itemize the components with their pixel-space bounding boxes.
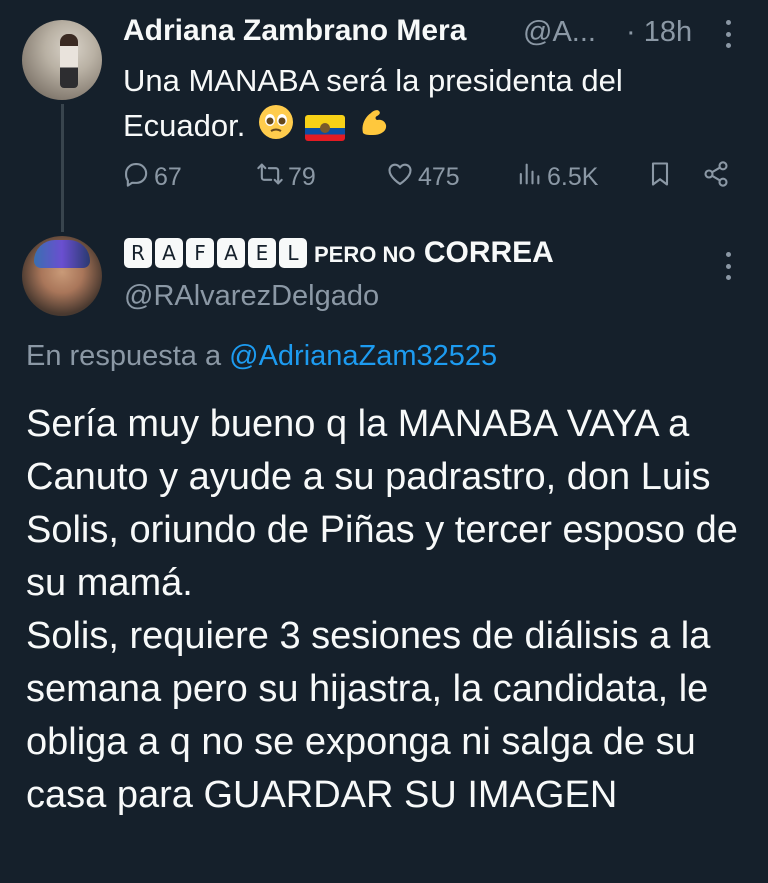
reply-count: 67 bbox=[154, 163, 182, 191]
replying-to-mention[interactable]: @AdrianaZam32525 bbox=[229, 340, 497, 372]
name-rest: PERO NO CORREA bbox=[314, 236, 554, 270]
name-rest-small: PERO NO bbox=[314, 242, 416, 267]
parent-handle[interactable]: @A... bbox=[523, 16, 596, 49]
name-rest-large: CORREA bbox=[423, 236, 554, 269]
views-count: 6.5K bbox=[547, 163, 599, 191]
ecuador-flag-icon bbox=[304, 114, 345, 141]
thread-connector-line bbox=[61, 104, 64, 232]
name-letter: E bbox=[248, 238, 276, 268]
name-letter: R bbox=[124, 238, 152, 268]
heart-icon bbox=[386, 160, 414, 195]
reply-more-icon[interactable] bbox=[718, 252, 738, 280]
flexed-biceps-icon bbox=[357, 105, 391, 151]
views-button[interactable]: 6.5K bbox=[515, 160, 598, 195]
views-icon bbox=[515, 160, 543, 195]
replying-to: En respuesta a @AdrianaZam32525 bbox=[26, 340, 497, 373]
bookmark-button[interactable] bbox=[646, 160, 674, 195]
retweet-icon bbox=[256, 160, 284, 195]
reply-button[interactable]: 67 bbox=[122, 160, 182, 195]
retweet-count: 79 bbox=[288, 163, 316, 191]
name-letter: A bbox=[217, 238, 245, 268]
bookmark-icon bbox=[646, 160, 674, 195]
parent-more-icon[interactable] bbox=[718, 20, 738, 48]
parent-timestamp[interactable]: · 18h bbox=[626, 16, 692, 49]
pleading-face-icon bbox=[258, 104, 294, 152]
avatar-rafael[interactable] bbox=[22, 236, 102, 316]
name-letter: A bbox=[155, 238, 183, 268]
retweet-button[interactable]: 79 bbox=[256, 160, 316, 195]
replying-to-label: En respuesta a bbox=[26, 340, 222, 372]
name-letter: F bbox=[186, 238, 214, 268]
reply-display-name[interactable]: R A F A E L PERO NO CORREA bbox=[124, 236, 554, 270]
parent-display-name[interactable]: Adriana Zambrano Mera bbox=[123, 14, 466, 48]
reply-handle[interactable]: @RAlvarezDelgado bbox=[124, 280, 379, 313]
parent-tweet-text: Una MANABA será la presidenta del Ecuado… bbox=[123, 58, 723, 152]
share-button[interactable] bbox=[702, 160, 730, 195]
share-icon bbox=[702, 160, 730, 195]
avatar-adriana[interactable] bbox=[22, 20, 102, 100]
like-count: 475 bbox=[418, 163, 460, 191]
reply-tweet-text: Sería muy bueno q la MANABA VAYA a Canut… bbox=[26, 403, 738, 816]
like-button[interactable]: 475 bbox=[386, 160, 460, 195]
name-letter: L bbox=[279, 238, 307, 268]
reply-icon bbox=[122, 160, 150, 195]
